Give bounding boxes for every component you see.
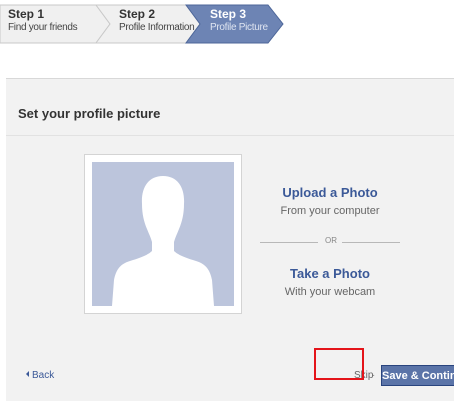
step-2-subtitle: Profile Information — [119, 22, 195, 33]
take-photo-subtitle: With your webcam — [284, 286, 376, 298]
panel-title: Set your profile picture — [18, 106, 161, 121]
step-wizard: Step 1 Find your friends Step 2 Profile … — [0, 0, 454, 48]
or-divider: OR — [256, 236, 406, 248]
step-1[interactable]: Step 1 Find your friends — [8, 7, 78, 33]
upload-photo-link[interactable]: Upload a Photo — [240, 185, 420, 200]
save-and-continue-button[interactable]: Save & Continue — [381, 365, 454, 386]
or-line-right — [342, 242, 400, 243]
step-1-number: Step 1 — [8, 7, 45, 21]
upload-photo-subtitle: From your computer — [280, 205, 380, 217]
back-link[interactable]: Back — [26, 370, 54, 381]
profile-picture-panel: Set your profile picture Upload a Photo … — [6, 78, 454, 401]
step-3-number: Step 3 — [210, 7, 247, 21]
step-2[interactable]: Step 2 Profile Information — [119, 7, 195, 33]
back-label: Back — [32, 370, 55, 381]
default-profile-silhouette-icon — [92, 162, 234, 306]
panel-divider — [6, 135, 454, 136]
left-arrow-icon — [26, 371, 29, 377]
or-text: OR — [325, 236, 337, 245]
profile-picture-preview — [84, 154, 242, 314]
step-1-subtitle: Find your friends — [8, 22, 78, 33]
highlight-box — [314, 348, 364, 380]
skip-separator: · — [372, 370, 376, 381]
step-3-subtitle: Profile Picture — [210, 22, 268, 33]
step-3: Step 3 Profile Picture — [210, 8, 268, 33]
take-photo-link[interactable]: Take a Photo — [240, 266, 420, 281]
step-2-number: Step 2 — [119, 7, 156, 21]
